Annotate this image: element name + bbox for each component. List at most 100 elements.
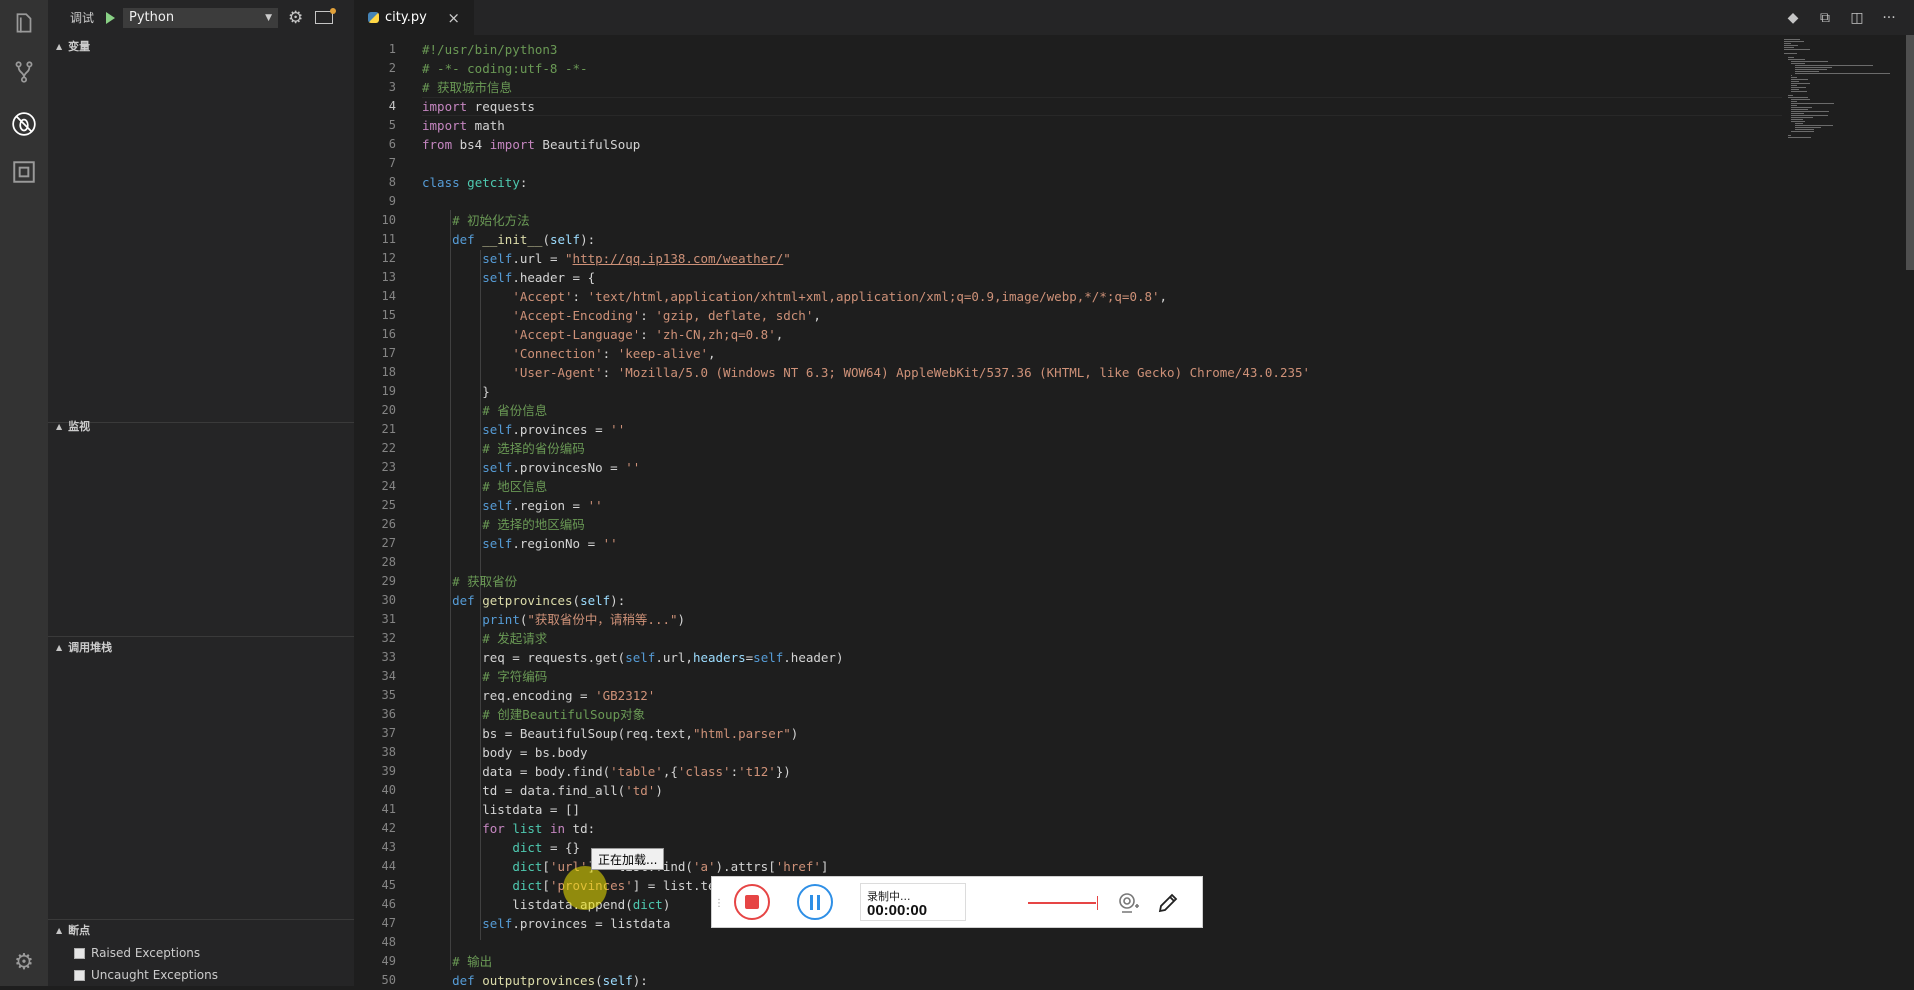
line-number[interactable]: 43 — [354, 838, 396, 857]
line-number[interactable]: 32 — [354, 629, 396, 648]
close-icon[interactable]: × — [447, 9, 460, 27]
code-line[interactable]: # 选择的地区编码 — [422, 515, 585, 534]
code-line[interactable]: # 初始化方法 — [422, 211, 530, 230]
line-number[interactable]: 45 — [354, 876, 396, 895]
gear-icon[interactable]: ⚙ — [0, 938, 48, 986]
pause-record-button[interactable] — [797, 884, 833, 920]
line-number[interactable]: 6 — [354, 135, 396, 154]
code-line[interactable]: # 输出 — [422, 952, 492, 971]
line-number[interactable]: 20 — [354, 401, 396, 420]
code-line[interactable]: # 选择的省份编码 — [422, 439, 585, 458]
line-number[interactable]: 33 — [354, 648, 396, 667]
code-line[interactable]: for list in td: — [422, 819, 595, 838]
checkbox[interactable] — [74, 969, 85, 981]
line-number[interactable]: 47 — [354, 914, 396, 933]
line-number[interactable]: 11 — [354, 230, 396, 249]
code-line[interactable]: td = data.find_all('td') — [422, 781, 663, 800]
debug-console-icon[interactable] — [315, 8, 337, 24]
line-number[interactable]: 9 — [354, 192, 396, 211]
code-line[interactable]: import math — [422, 116, 505, 135]
webcam-icon[interactable] — [1116, 891, 1140, 915]
code-line[interactable]: 'Accept-Language': 'zh-CN,zh;q=0.8', — [422, 325, 783, 344]
line-number[interactable]: 7 — [354, 154, 396, 173]
line-number[interactable]: 39 — [354, 762, 396, 781]
minimap[interactable] — [1784, 35, 1904, 335]
code-line[interactable]: def __init__(self): — [422, 230, 595, 249]
line-number[interactable]: 1 — [354, 40, 396, 59]
line-number[interactable]: 34 — [354, 667, 396, 686]
line-number[interactable]: 21 — [354, 420, 396, 439]
pencil-icon[interactable] — [1156, 891, 1180, 915]
line-number[interactable]: 28 — [354, 553, 396, 572]
start-debugging-icon[interactable] — [106, 11, 116, 24]
line-number[interactable]: 27 — [354, 534, 396, 553]
more-actions-icon[interactable]: ··· — [1882, 10, 1896, 26]
drag-handle-icon[interactable]: ⋮ — [714, 898, 724, 909]
code-line[interactable]: def getprovinces(self): — [422, 591, 625, 610]
code-line[interactable]: self.provincesNo = '' — [422, 458, 640, 477]
breakpoint-uncaught-exceptions[interactable]: Uncaught Exceptions — [48, 964, 354, 986]
line-number[interactable]: 23 — [354, 458, 396, 477]
line-number[interactable]: 13 — [354, 268, 396, 287]
watch-section-header[interactable]: ▲ 监视 — [48, 415, 354, 437]
stop-record-button[interactable] — [734, 884, 770, 920]
code-line[interactable]: listdata = [] — [422, 800, 580, 819]
line-number[interactable]: 5 — [354, 116, 396, 135]
code-line[interactable]: # 字符编码 — [422, 667, 547, 686]
debug-config-select[interactable]: Python ▼ — [123, 7, 279, 28]
code-line[interactable]: # 获取城市信息 — [422, 78, 512, 97]
open-changes-icon[interactable]: ⧉ — [1818, 10, 1832, 26]
line-number[interactable]: 10 — [354, 211, 396, 230]
code-line[interactable]: self.url = "http://qq.ip138.com/weather/… — [422, 249, 791, 268]
code-line[interactable]: # 创建BeautifulSoup对象 — [422, 705, 645, 724]
code-line[interactable]: 'Connection': 'keep-alive', — [422, 344, 715, 363]
code-line[interactable]: # 获取省份 — [422, 572, 517, 591]
line-number[interactable]: 19 — [354, 382, 396, 401]
split-editor-icon[interactable]: ◫ — [1850, 10, 1864, 26]
line-number[interactable]: 46 — [354, 895, 396, 914]
code-line[interactable]: self.header = { — [422, 268, 595, 287]
line-number[interactable]: 49 — [354, 952, 396, 971]
code-line[interactable]: self.provinces = listdata — [422, 914, 670, 933]
line-number[interactable]: 22 — [354, 439, 396, 458]
code-line[interactable]: 'User-Agent': 'Mozilla/5.0 (Windows NT 6… — [422, 363, 1310, 382]
code-line[interactable]: self.provinces = '' — [422, 420, 625, 439]
code-line[interactable]: class getcity: — [422, 173, 527, 192]
editor-scrollbar[interactable] — [1906, 35, 1914, 270]
code-line[interactable]: body = bs.body — [422, 743, 587, 762]
line-number[interactable]: 44 — [354, 857, 396, 876]
line-number[interactable]: 31 — [354, 610, 396, 629]
line-number[interactable]: 2 — [354, 59, 396, 78]
line-number[interactable]: 38 — [354, 743, 396, 762]
code-line[interactable]: 'Accept': 'text/html,application/xhtml+x… — [422, 287, 1167, 306]
line-number[interactable]: 25 — [354, 496, 396, 515]
line-number[interactable]: 16 — [354, 325, 396, 344]
code-line[interactable]: self.region = '' — [422, 496, 602, 515]
line-number[interactable]: 30 — [354, 591, 396, 610]
line-number[interactable]: 42 — [354, 819, 396, 838]
code-line[interactable]: self.regionNo = '' — [422, 534, 617, 553]
volume-slider[interactable] — [1028, 896, 1098, 910]
code-line[interactable]: # 地区信息 — [422, 477, 547, 496]
line-number[interactable]: 50 — [354, 971, 396, 990]
line-number[interactable]: 12 — [354, 249, 396, 268]
line-number[interactable]: 14 — [354, 287, 396, 306]
line-number[interactable]: 36 — [354, 705, 396, 724]
line-number[interactable]: 18 — [354, 363, 396, 382]
source-control-icon[interactable] — [0, 48, 48, 96]
code-line[interactable]: # -*- coding:utf-8 -*- — [422, 59, 588, 78]
line-number[interactable]: 40 — [354, 781, 396, 800]
line-number[interactable]: 4 — [354, 97, 396, 116]
line-number[interactable]: 29 — [354, 572, 396, 591]
code-line[interactable]: } — [422, 382, 490, 401]
line-number[interactable]: 41 — [354, 800, 396, 819]
variables-section-header[interactable]: ▲ 变量 — [48, 35, 354, 57]
breakpoint-raised-exceptions[interactable]: Raised Exceptions — [48, 942, 354, 964]
code-line[interactable]: from bs4 import BeautifulSoup — [422, 135, 640, 154]
line-number[interactable]: 35 — [354, 686, 396, 705]
breakpoints-section-header[interactable]: ▲ 断点 — [48, 919, 354, 941]
debug-icon[interactable] — [0, 100, 48, 148]
debug-settings-gear-icon[interactable]: ⚙ — [288, 8, 303, 28]
line-number[interactable]: 3 — [354, 78, 396, 97]
code-line[interactable]: import requests — [422, 97, 535, 116]
